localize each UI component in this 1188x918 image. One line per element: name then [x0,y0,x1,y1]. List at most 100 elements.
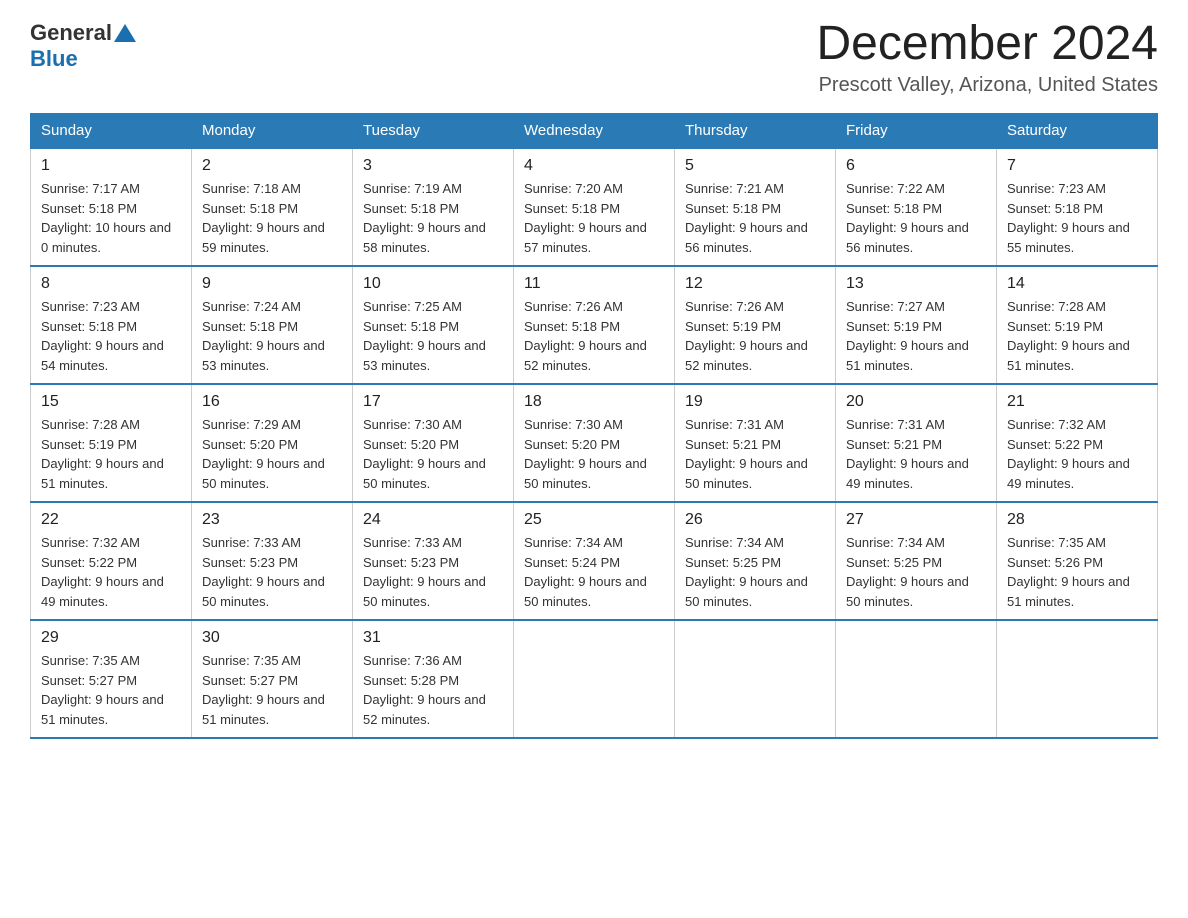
day-number: 30 [202,629,342,647]
day-info: Sunrise: 7:34 AMSunset: 5:25 PMDaylight:… [846,533,986,611]
day-number: 5 [685,157,825,175]
day-number: 28 [1007,511,1147,529]
calendar-cell: 4 Sunrise: 7:20 AMSunset: 5:18 PMDaylight… [514,148,675,266]
day-info: Sunrise: 7:31 AMSunset: 5:21 PMDaylight:… [685,415,825,493]
calendar-cell: 12 Sunrise: 7:26 AMSunset: 5:19 PMDayligh… [675,266,836,384]
calendar-cell: 19 Sunrise: 7:31 AMSunset: 5:21 PMDayligh… [675,384,836,502]
day-info: Sunrise: 7:20 AMSunset: 5:18 PMDaylight:… [524,179,664,257]
calendar-cell: 1 Sunrise: 7:17 AMSunset: 5:18 PMDaylight… [31,148,192,266]
day-info: Sunrise: 7:30 AMSunset: 5:20 PMDaylight:… [363,415,503,493]
day-number: 3 [363,157,503,175]
calendar-cell: 28 Sunrise: 7:35 AMSunset: 5:26 PMDayligh… [997,502,1158,620]
calendar-cell: 2 Sunrise: 7:18 AMSunset: 5:18 PMDaylight… [192,148,353,266]
day-number: 11 [524,275,664,293]
day-number: 9 [202,275,342,293]
calendar-cell: 26 Sunrise: 7:34 AMSunset: 5:25 PMDayligh… [675,502,836,620]
day-number: 4 [524,157,664,175]
day-number: 10 [363,275,503,293]
day-number: 27 [846,511,986,529]
calendar-cell: 17 Sunrise: 7:30 AMSunset: 5:20 PMDayligh… [353,384,514,502]
day-info: Sunrise: 7:33 AMSunset: 5:23 PMDaylight:… [363,533,503,611]
calendar-cell: 3 Sunrise: 7:19 AMSunset: 5:18 PMDaylight… [353,148,514,266]
calendar-cell: 15 Sunrise: 7:28 AMSunset: 5:19 PMDayligh… [31,384,192,502]
day-info: Sunrise: 7:34 AMSunset: 5:25 PMDaylight:… [685,533,825,611]
calendar-cell [997,620,1158,738]
day-number: 17 [363,393,503,411]
title-section: December 2024 Prescott Valley, Arizona, … [816,20,1158,97]
day-number: 24 [363,511,503,529]
day-info: Sunrise: 7:23 AMSunset: 5:18 PMDaylight:… [1007,179,1147,257]
day-number: 20 [846,393,986,411]
month-title: December 2024 [816,20,1158,68]
day-number: 23 [202,511,342,529]
day-info: Sunrise: 7:27 AMSunset: 5:19 PMDaylight:… [846,297,986,375]
day-info: Sunrise: 7:19 AMSunset: 5:18 PMDaylight:… [363,179,503,257]
logo-general-text: General [30,20,112,46]
day-number: 16 [202,393,342,411]
day-number: 1 [41,157,181,175]
logo: General Blue [30,20,136,72]
day-info: Sunrise: 7:18 AMSunset: 5:18 PMDaylight:… [202,179,342,257]
calendar-week-row: 29 Sunrise: 7:35 AMSunset: 5:27 PMDayligh… [31,620,1158,738]
calendar-cell: 31Sunrise: 7:36 AMSunset: 5:28 PMDayligh… [353,620,514,738]
day-info: Sunrise: 7:26 AMSunset: 5:19 PMDaylight:… [685,297,825,375]
day-info: Sunrise: 7:25 AMSunset: 5:18 PMDaylight:… [363,297,503,375]
weekday-header-saturday: Saturday [997,114,1158,149]
day-info: Sunrise: 7:30 AMSunset: 5:20 PMDaylight:… [524,415,664,493]
calendar-cell: 30 Sunrise: 7:35 AMSunset: 5:27 PMDayligh… [192,620,353,738]
day-number: 6 [846,157,986,175]
calendar-cell: 6Sunrise: 7:22 AMSunset: 5:18 PMDaylight… [836,148,997,266]
day-info: Sunrise: 7:28 AMSunset: 5:19 PMDaylight:… [1007,297,1147,375]
page-header: General Blue December 2024 Prescott Vall… [30,20,1158,97]
day-number: 26 [685,511,825,529]
weekday-header-wednesday: Wednesday [514,114,675,149]
day-info: Sunrise: 7:17 AMSunset: 5:18 PMDaylight:… [41,179,181,257]
day-info: Sunrise: 7:35 AMSunset: 5:26 PMDaylight:… [1007,533,1147,611]
day-number: 18 [524,393,664,411]
day-number: 13 [846,275,986,293]
day-info: Sunrise: 7:35 AMSunset: 5:27 PMDaylight:… [41,651,181,729]
day-number: 8 [41,275,181,293]
day-info: Sunrise: 7:32 AMSunset: 5:22 PMDaylight:… [41,533,181,611]
day-info: Sunrise: 7:28 AMSunset: 5:19 PMDaylight:… [41,415,181,493]
calendar-cell: 20 Sunrise: 7:31 AMSunset: 5:21 PMDayligh… [836,384,997,502]
calendar-cell: 7 Sunrise: 7:23 AMSunset: 5:18 PMDaylight… [997,148,1158,266]
day-number: 22 [41,511,181,529]
day-info: Sunrise: 7:24 AMSunset: 5:18 PMDaylight:… [202,297,342,375]
day-info: Sunrise: 7:31 AMSunset: 5:21 PMDaylight:… [846,415,986,493]
logo-blue-text: Blue [30,46,78,71]
weekday-header-thursday: Thursday [675,114,836,149]
calendar-cell: 24 Sunrise: 7:33 AMSunset: 5:23 PMDayligh… [353,502,514,620]
calendar-cell: 10 Sunrise: 7:25 AMSunset: 5:18 PMDayligh… [353,266,514,384]
day-info: Sunrise: 7:35 AMSunset: 5:27 PMDaylight:… [202,651,342,729]
weekday-header-friday: Friday [836,114,997,149]
day-number: 7 [1007,157,1147,175]
calendar-cell: 13 Sunrise: 7:27 AMSunset: 5:19 PMDayligh… [836,266,997,384]
day-number: 2 [202,157,342,175]
calendar-table: SundayMondayTuesdayWednesdayThursdayFrid… [30,113,1158,739]
day-info: Sunrise: 7:29 AMSunset: 5:20 PMDaylight:… [202,415,342,493]
calendar-cell: 16 Sunrise: 7:29 AMSunset: 5:20 PMDayligh… [192,384,353,502]
calendar-cell: 27 Sunrise: 7:34 AMSunset: 5:25 PMDayligh… [836,502,997,620]
calendar-header-row: SundayMondayTuesdayWednesdayThursdayFrid… [31,114,1158,149]
day-number: 25 [524,511,664,529]
calendar-cell: 21 Sunrise: 7:32 AMSunset: 5:22 PMDayligh… [997,384,1158,502]
weekday-header-sunday: Sunday [31,114,192,149]
day-info: Sunrise: 7:23 AMSunset: 5:18 PMDaylight:… [41,297,181,375]
day-number: 19 [685,393,825,411]
calendar-week-row: 15 Sunrise: 7:28 AMSunset: 5:19 PMDayligh… [31,384,1158,502]
day-number: 21 [1007,393,1147,411]
day-number: 15 [41,393,181,411]
calendar-cell: 23Sunrise: 7:33 AMSunset: 5:23 PMDayligh… [192,502,353,620]
day-number: 12 [685,275,825,293]
day-info: Sunrise: 7:32 AMSunset: 5:22 PMDaylight:… [1007,415,1147,493]
calendar-cell: 5Sunrise: 7:21 AMSunset: 5:18 PMDaylight… [675,148,836,266]
calendar-cell: 25Sunrise: 7:34 AMSunset: 5:24 PMDayligh… [514,502,675,620]
calendar-cell [836,620,997,738]
calendar-cell: 8 Sunrise: 7:23 AMSunset: 5:18 PMDaylight… [31,266,192,384]
calendar-cell: 22 Sunrise: 7:32 AMSunset: 5:22 PMDayligh… [31,502,192,620]
calendar-cell: 11Sunrise: 7:26 AMSunset: 5:18 PMDayligh… [514,266,675,384]
logo-triangle-icon [114,22,136,44]
day-number: 29 [41,629,181,647]
day-info: Sunrise: 7:36 AMSunset: 5:28 PMDaylight:… [363,651,503,729]
